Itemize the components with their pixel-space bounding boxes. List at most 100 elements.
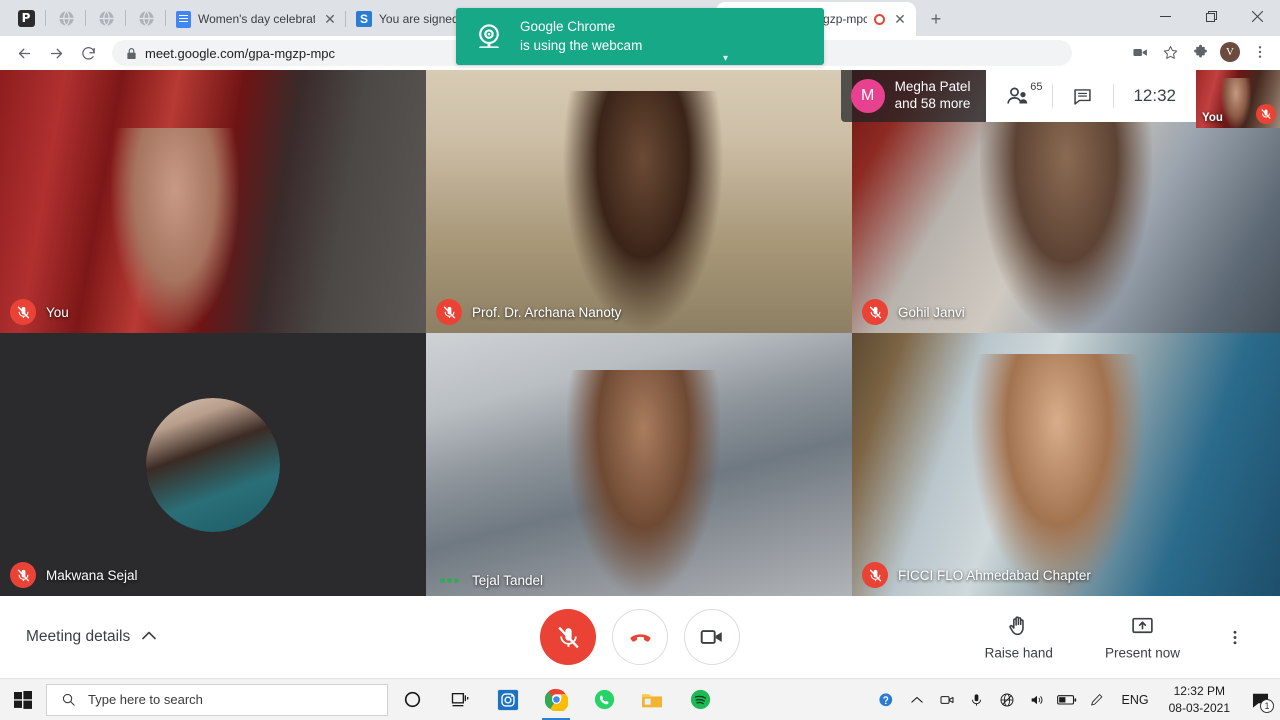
camera-toggle-button[interactable] bbox=[684, 609, 740, 665]
tab-close-icon[interactable]: ✕ bbox=[892, 12, 908, 26]
windows-start-icon[interactable] bbox=[0, 679, 46, 720]
avatar bbox=[146, 397, 280, 532]
participant-count: 65 bbox=[1030, 81, 1043, 93]
chat-button[interactable] bbox=[1052, 70, 1113, 122]
profile-avatar[interactable]: V bbox=[1216, 38, 1244, 66]
bookmark-star-icon[interactable] bbox=[1156, 38, 1184, 66]
clock-time: 12:32 PM bbox=[1173, 684, 1225, 699]
chevron-down-icon[interactable]: ▾ bbox=[723, 53, 728, 64]
participant-name-chip: You bbox=[10, 299, 69, 325]
raise-hand-button[interactable]: Raise hand bbox=[959, 614, 1079, 661]
notification-title: Google Chrome bbox=[520, 19, 616, 35]
search-icon bbox=[62, 693, 75, 706]
secondary-controls: Raise hand Present now bbox=[959, 614, 1258, 661]
speaker-name: Megha Patel and 58 more bbox=[895, 79, 971, 113]
speaker-avatar: M bbox=[850, 79, 885, 113]
battery-icon[interactable] bbox=[1052, 679, 1082, 720]
raise-hand-icon bbox=[1009, 616, 1025, 636]
extensions-puzzle-icon[interactable] bbox=[1186, 38, 1214, 66]
tab-close-icon[interactable]: ✕ bbox=[322, 12, 338, 26]
present-now-icon bbox=[1132, 617, 1153, 634]
network-icon[interactable] bbox=[992, 679, 1022, 720]
participant-tile-ficci-flo[interactable]: FICCI FLO Ahmedabad Chapter bbox=[852, 333, 1280, 596]
more-options-button[interactable] bbox=[1206, 628, 1258, 646]
close-window-button[interactable] bbox=[1234, 0, 1280, 32]
google-chrome-icon[interactable] bbox=[532, 679, 580, 720]
show-hidden-icons-chevron[interactable] bbox=[902, 679, 932, 720]
cortana-icon[interactable] bbox=[388, 679, 436, 720]
new-tab-button[interactable]: + bbox=[922, 5, 950, 33]
participant-name-chip: FICCI FLO Ahmedabad Chapter bbox=[862, 562, 1091, 588]
globe-icon bbox=[138, 10, 154, 26]
participant-tile-tejal-tandel[interactable]: Tejal Tandel bbox=[426, 333, 852, 596]
participant-name-chip: Makwana Sejal bbox=[10, 562, 138, 588]
mic-muted-icon bbox=[436, 299, 462, 325]
video-feed bbox=[426, 333, 852, 596]
participant-grid: You Prof. Dr. Archana Nanoty Gohil Janvi… bbox=[0, 70, 1280, 596]
participant-name-chip: Gohil Janvi bbox=[862, 299, 965, 325]
spotify-icon[interactable] bbox=[676, 679, 724, 720]
speaker-name-line1: Megha Patel bbox=[894, 79, 971, 95]
pinned-tab-pocket[interactable]: P bbox=[6, 1, 46, 35]
pinned-tab-globe-1[interactable] bbox=[46, 1, 86, 35]
participant-tile-archana-nanoty[interactable]: Prof. Dr. Archana Nanoty bbox=[426, 70, 852, 333]
help-icon[interactable] bbox=[872, 679, 902, 720]
volume-icon[interactable] bbox=[1022, 679, 1052, 720]
action-center-button[interactable]: 1 bbox=[1240, 679, 1280, 720]
pinned-tab-globe-3[interactable] bbox=[126, 1, 166, 35]
forward-arrow-icon[interactable] bbox=[40, 37, 72, 69]
meet-control-bar: Meeting details Raise hand Present now bbox=[0, 596, 1280, 678]
participants-button[interactable]: 65 bbox=[986, 70, 1052, 122]
notification-subtitle: is using the webcam bbox=[520, 37, 643, 53]
primary-controls bbox=[540, 609, 740, 665]
pocket-icon: P bbox=[17, 9, 35, 27]
globe-icon bbox=[58, 10, 74, 26]
taskbar-clock[interactable]: 12:32 PM 08-03-2021 bbox=[1159, 683, 1240, 717]
back-arrow-icon[interactable] bbox=[8, 37, 40, 69]
pinned-tab-globe-2[interactable] bbox=[86, 1, 126, 35]
speaker-name-line2: and 58 more bbox=[894, 96, 971, 111]
mic-muted-icon bbox=[10, 299, 36, 325]
camera-indicator-icon[interactable] bbox=[1126, 38, 1154, 66]
webcam-in-use-notification[interactable]: Google Chrome is using the webcam ▾ bbox=[456, 8, 824, 65]
present-now-label: Present now bbox=[1104, 645, 1180, 661]
microphone-tray-icon[interactable] bbox=[962, 679, 992, 720]
chrome-menu-icon[interactable] bbox=[1246, 38, 1274, 66]
browser-tab-docs[interactable]: Women's day celebration And ✕ bbox=[166, 2, 346, 36]
task-view-icon[interactable] bbox=[436, 679, 484, 720]
participant-tile-you[interactable]: You bbox=[0, 70, 426, 333]
reload-icon[interactable] bbox=[72, 37, 104, 69]
toolbar-icons: V bbox=[1126, 38, 1274, 66]
minimize-button[interactable] bbox=[1142, 0, 1188, 32]
maximize-restore-button[interactable] bbox=[1188, 0, 1234, 32]
file-explorer-icon[interactable] bbox=[628, 679, 676, 720]
more-vertical-icon bbox=[1233, 630, 1237, 644]
language-indicator[interactable]: ENG bbox=[1112, 693, 1159, 707]
present-now-button[interactable]: Present now bbox=[1079, 614, 1206, 661]
clock-text: 12:32 bbox=[1133, 86, 1176, 105]
camera-tray-icon[interactable] bbox=[932, 679, 962, 720]
mic-toggle-button[interactable] bbox=[540, 609, 596, 665]
instagram-icon[interactable] bbox=[484, 679, 532, 720]
pen-icon[interactable] bbox=[1082, 679, 1112, 720]
hang-up-button[interactable] bbox=[612, 609, 668, 665]
notification-text: Google Chrome is using the webcam bbox=[520, 18, 642, 54]
meeting-details-button[interactable]: Meeting details bbox=[26, 628, 157, 646]
pinned-speaker-chip[interactable]: M Megha Patel and 58 more bbox=[840, 70, 987, 122]
taskbar-search-input[interactable]: Type here to search bbox=[46, 683, 388, 716]
participant-name: Prof. Dr. Archana Nanoty bbox=[472, 304, 622, 320]
whatsapp-icon[interactable] bbox=[580, 679, 628, 720]
meeting-clock: 12:32 bbox=[1113, 70, 1196, 122]
participant-name-chip: Tejal Tandel bbox=[436, 573, 543, 588]
video-feed bbox=[426, 70, 852, 333]
notification-count: 1 bbox=[1260, 699, 1274, 713]
self-view-tile[interactable]: You bbox=[1196, 70, 1280, 128]
video-feed bbox=[852, 333, 1280, 596]
meet-stage: You Prof. Dr. Archana Nanoty Gohil Janvi… bbox=[0, 70, 1280, 596]
participant-tile-makwana-sejal[interactable]: Makwana Sejal bbox=[0, 333, 426, 596]
address-text: meet.google.com/gpa-mgzp-mpc bbox=[145, 45, 336, 61]
participant-name-chip: Prof. Dr. Archana Nanoty bbox=[436, 299, 621, 325]
participant-name: Tejal Tandel bbox=[472, 573, 544, 588]
participant-name: You bbox=[46, 304, 69, 320]
chevron-up-icon bbox=[142, 631, 157, 643]
